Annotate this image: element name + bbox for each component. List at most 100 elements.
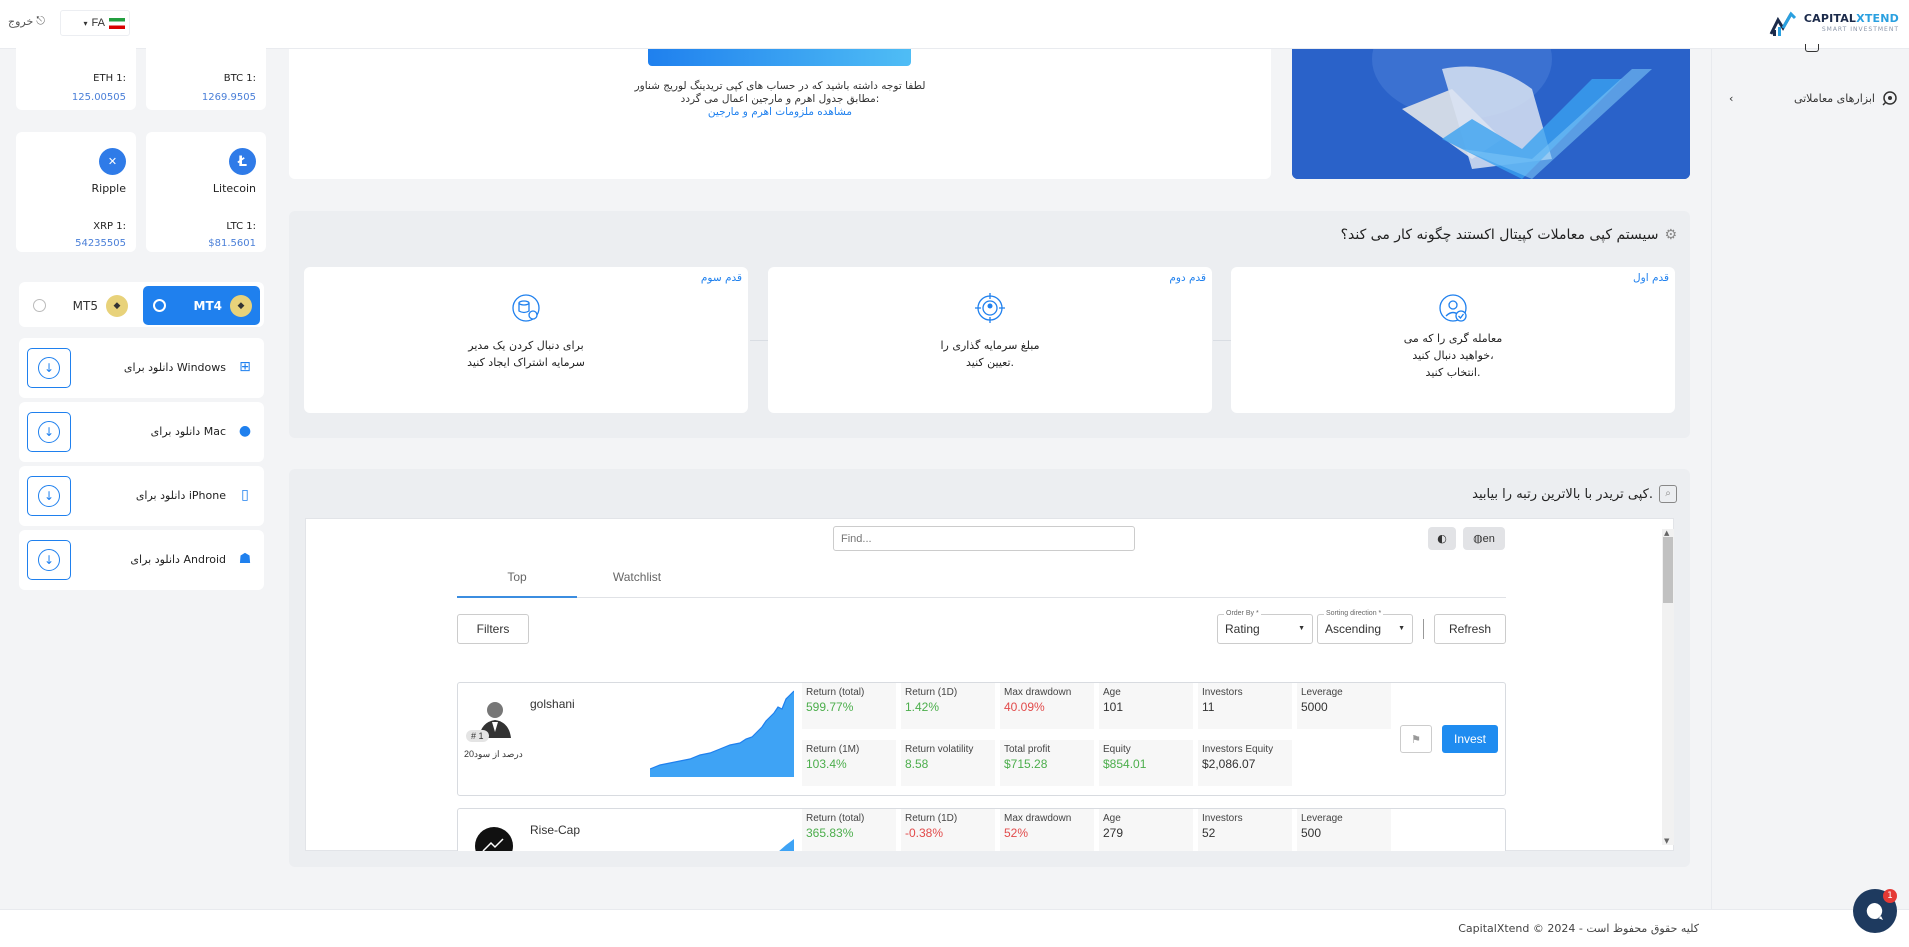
search-field[interactable] [833, 526, 1135, 551]
stat-value: 500 [1301, 826, 1322, 840]
stat-label: Max drawdown [1004, 687, 1072, 698]
windows-icon: ⊞ [239, 359, 251, 375]
language-button[interactable]: ◍ en [1463, 527, 1505, 550]
hero-image [1292, 49, 1690, 179]
download-label: دانلود برای Windows [123, 361, 226, 374]
stat-value: $854.01 [1103, 757, 1147, 771]
order-by-select[interactable]: Order By * Rating ▼ [1217, 610, 1313, 644]
download-android[interactable]: ↓ دانلود برای Android ☗ [19, 530, 264, 590]
target-user-icon [975, 293, 1005, 323]
right-sidebar [1711, 49, 1909, 909]
theme-toggle-button[interactable]: ◐ [1428, 527, 1456, 550]
language-selector[interactable]: ▾ FA [60, 10, 130, 36]
tab-top[interactable]: Top [457, 570, 577, 598]
capitalxtend-logo[interactable]: CAPITALXTEND SMART INVESTMENT [1769, 8, 1899, 42]
stat-cell: Max drawdown 40.09% [1000, 683, 1094, 729]
android-icon: ☗ [238, 551, 252, 567]
crypto-card-btc: BTC 1: 1269.9505 [146, 40, 266, 110]
stat-cell: Total profit $715.28 [1000, 740, 1094, 786]
download-arrow-icon: ↓ [38, 485, 60, 507]
tab-watchlist[interactable]: Watchlist [577, 570, 697, 584]
ripple-icon: ✕ [99, 148, 126, 175]
logout-button[interactable]: خروج ⎋ [8, 14, 45, 28]
stat-label: Investors Equity [1202, 744, 1274, 755]
stat-cell: Leverage 500 [1297, 809, 1391, 851]
stat-label: Return volatility [905, 744, 974, 755]
chevron-down-icon: ▼ [1398, 625, 1405, 632]
stat-cell: Equity $854.01 [1099, 740, 1193, 786]
menu-icon[interactable] [1805, 44, 1819, 52]
stat-label: Age [1103, 687, 1121, 698]
stat-cell: Return (total) 365.83% [802, 809, 896, 851]
step-tag: قدم دوم [1169, 272, 1206, 284]
stat-label: Equity [1103, 744, 1131, 755]
apple-icon: ● [238, 423, 252, 439]
invest-button[interactable]: Invest [1442, 725, 1498, 753]
crypto-name: Ripple [91, 182, 127, 195]
tab-mt5[interactable]: MT5 ◆ [23, 286, 138, 325]
stat-value: 599.77% [806, 700, 854, 714]
step-first: قدم اول معامله گری را که می خواهید دنبال… [1231, 267, 1675, 413]
litecoin-icon: Ł [229, 148, 256, 175]
download-button[interactable]: ↓ [27, 412, 71, 452]
step-text: سرمایه اشتراک ایجاد کنید [467, 356, 585, 369]
crypto-card-ripple: ✕ Ripple XRP 1: 54235505 [16, 132, 136, 252]
trader-name[interactable]: Rise-Cap [530, 823, 580, 837]
mt5-radio[interactable] [33, 299, 46, 312]
stat-cell: Return (total) 599.77% [802, 683, 896, 729]
step-connector [750, 340, 768, 341]
step-text: برای دنبال کردن یک مدیر [468, 339, 584, 352]
stat-value: 5000 [1301, 700, 1328, 714]
stat-value: 1.42% [905, 700, 940, 714]
bookmark-button[interactable]: ⚑ [1400, 725, 1432, 753]
mt4-radio[interactable] [153, 299, 166, 312]
scroll-down-icon[interactable]: ▼ [1664, 837, 1669, 845]
step-text: مبلغ سرمایه گذاری را [940, 339, 1040, 352]
download-button[interactable]: ↓ [27, 540, 71, 580]
stat-label: Max drawdown [1004, 813, 1072, 824]
stat-cell: Investors 52 [1198, 809, 1292, 851]
scroll-up-icon[interactable]: ▲ [1664, 529, 1669, 537]
stat-label: Return (total) [806, 813, 865, 824]
download-label: دانلود برای Android [130, 553, 226, 566]
stat-value: $2,086.07 [1202, 757, 1256, 771]
sidebar-item-trading-tools[interactable]: ‹ ابزارهای معاملاتی [1729, 86, 1899, 110]
stat-value: 279 [1103, 826, 1124, 840]
tabs-divider [457, 597, 1506, 598]
vertical-scrollbar[interactable]: ▲ ▼ [1662, 529, 1674, 845]
stat-value: 11 [1202, 700, 1215, 714]
tab-mt4[interactable]: MT4 ◆ [143, 286, 260, 325]
download-button[interactable]: ↓ [27, 476, 71, 516]
crypto-pair: LTC 1: [226, 221, 256, 232]
download-windows[interactable]: ↓ دانلود برای Windows ⊞ [19, 338, 264, 398]
search-input[interactable] [841, 532, 1127, 545]
chat-notification-badge: 1 [1883, 889, 1897, 903]
download-arrow-icon: ↓ [38, 549, 60, 571]
filters-button[interactable]: Filters [457, 614, 529, 644]
bookmark-icon: ⚑ [1411, 733, 1421, 746]
crypto-card-litecoin: Ł Litecoin LTC 1: $81.5601 [146, 132, 266, 252]
hero-illustration [1292, 49, 1690, 179]
download-button[interactable]: ↓ [27, 348, 71, 388]
download-iphone[interactable]: ↓ دانلود برای iPhone ▯ [19, 466, 264, 526]
start-copy-trading-button[interactable] [648, 49, 911, 66]
scrollbar-thumb[interactable] [1663, 537, 1673, 603]
iran-flag-icon [109, 17, 125, 29]
download-mac[interactable]: ↓ دانلود برای Mac ● [19, 402, 264, 462]
globe-icon: ◍ [1473, 533, 1483, 545]
download-arrow-icon: ↓ [38, 357, 60, 379]
stat-value: -0.38% [905, 826, 944, 840]
mt5-label: MT5 [72, 298, 98, 313]
stat-label: Return (1M) [806, 744, 860, 755]
refresh-button[interactable]: Refresh [1434, 614, 1506, 644]
stat-cell: Return (1D) 1.42% [901, 683, 995, 729]
select-value: Rating [1225, 622, 1260, 636]
chevron-down-icon: ▼ [1298, 625, 1305, 632]
trader-name[interactable]: golshani [530, 697, 575, 711]
metatrader-icon: ◆ [230, 294, 252, 317]
note-line: لطفا توجه داشته باشید که در حساب های کپی… [634, 80, 926, 92]
sort-direction-select[interactable]: Sorting direction * Ascending ▼ [1317, 610, 1413, 644]
stat-label: Return (total) [806, 687, 865, 698]
leverage-requirements-link[interactable]: مشاهده ملزومات اهرم و مارجین [708, 106, 852, 118]
stat-label: Investors [1202, 687, 1243, 698]
